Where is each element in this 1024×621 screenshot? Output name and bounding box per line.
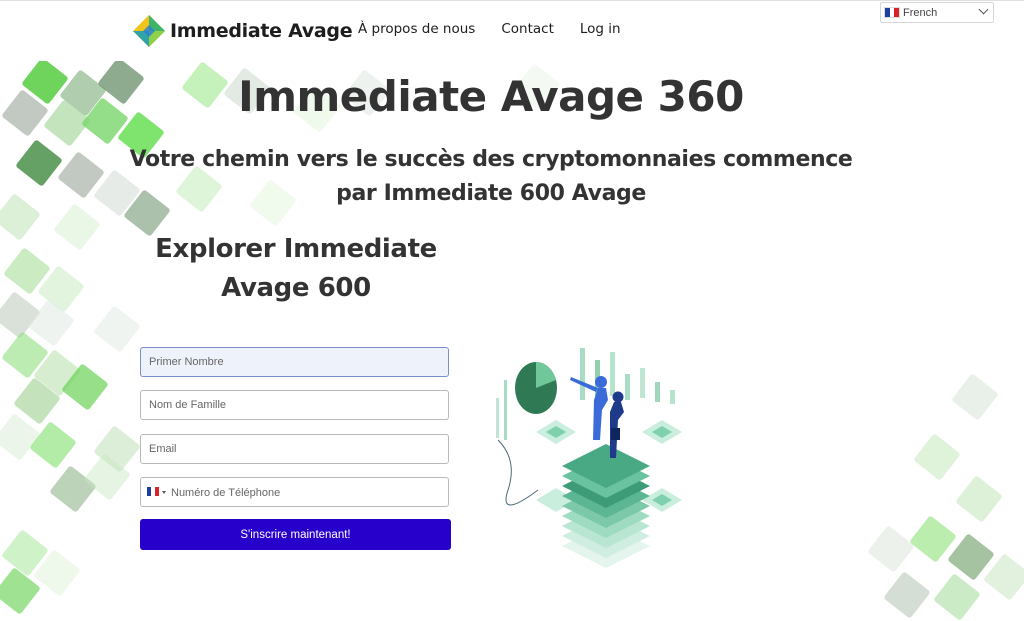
decor-tile [0, 193, 41, 241]
decor-tile [37, 265, 85, 313]
decor-tile [33, 349, 81, 397]
decor-tile [947, 533, 995, 581]
first-name-input[interactable] [140, 347, 449, 377]
main-nav: À propos de nous Contact Log in [358, 21, 647, 37]
decor-tile [909, 515, 957, 563]
decor-tile [1, 331, 49, 379]
decor-tile [983, 553, 1024, 601]
page-subtitle: Votre chemin vers le succès des cryptomo… [129, 147, 853, 206]
decor-tile [33, 549, 81, 597]
decor-tile [913, 433, 961, 481]
decor-tile [867, 525, 915, 573]
phone-input[interactable] [169, 478, 445, 508]
decor-tile [13, 377, 61, 425]
language-label: French [903, 6, 938, 19]
nav-login-link[interactable]: Log in [580, 21, 621, 37]
decor-tile [883, 571, 931, 619]
site-header: Immediate Avage À propos de nous Contact… [0, 0, 1024, 61]
decor-tile [49, 465, 97, 513]
phone-field [140, 477, 449, 508]
logo[interactable]: Immediate Avage [132, 14, 353, 48]
decor-tile [955, 475, 1003, 523]
logo-text: Immediate Avage [170, 20, 353, 42]
decor-tile [1, 529, 49, 577]
decor-tile [93, 425, 141, 473]
decor-tile [29, 421, 77, 469]
email-input[interactable] [140, 434, 449, 464]
decor-tile [83, 453, 131, 501]
french-flag-icon [884, 7, 900, 18]
form-heading: Explorer Immediate Avage 600 [155, 234, 437, 303]
decor-tile [933, 573, 981, 621]
chevron-down-icon [978, 4, 989, 15]
decor-tile [61, 363, 109, 411]
decor-tile [93, 305, 141, 353]
decor-tile [53, 203, 101, 251]
decor-tile [27, 299, 75, 347]
caret-down-icon [162, 491, 166, 494]
decor-tile [0, 413, 41, 461]
stacked-platform-decoration [562, 444, 650, 568]
decor-tile [3, 247, 51, 295]
crypto-illustration [496, 348, 682, 568]
decor-tile [0, 567, 41, 615]
people-figures-decoration [570, 376, 624, 458]
last-name-input[interactable] [140, 390, 449, 420]
country-flag-icon[interactable] [147, 487, 159, 496]
decor-tile [15, 139, 63, 187]
decor-tile [57, 151, 105, 199]
language-selector[interactable]: French [880, 2, 994, 23]
logo-diamond-icon [132, 14, 166, 48]
decor-tile [951, 373, 999, 421]
nav-contact-link[interactable]: Contact [501, 21, 554, 37]
nav-about-link[interactable]: À propos de nous [358, 21, 475, 37]
decor-tile [0, 291, 41, 339]
pie-chart-decoration [515, 362, 557, 414]
page-title: Immediate Avage 360 [238, 72, 744, 121]
signup-button[interactable]: S'inscrire maintenant! [140, 519, 451, 550]
